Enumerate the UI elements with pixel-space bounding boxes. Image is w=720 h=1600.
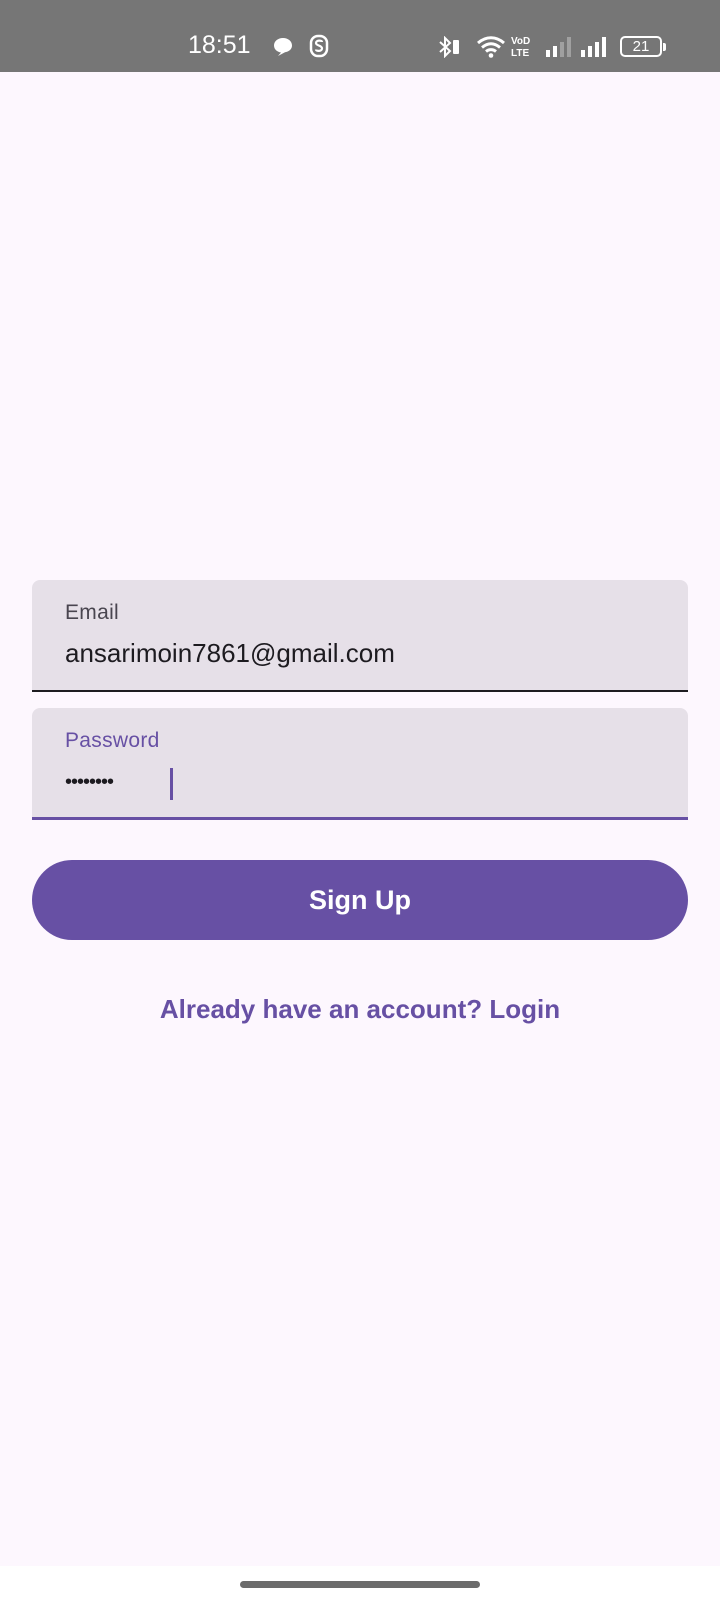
signal-icon [581,37,606,57]
sign-up-button[interactable]: Sign Up [32,860,688,940]
svg-text:LTE: LTE [511,48,529,59]
status-bar: 18:51 VoD LTE 21 [0,0,720,72]
home-gesture-handle[interactable] [240,1581,480,1588]
status-time: 18:51 [188,31,251,59]
signup-screen: 18:51 VoD LTE 21 Email ansarimoin7861@gm… [0,0,720,1600]
email-value[interactable]: ansarimoin7861@gmail.com [65,637,395,669]
email-label: Email [65,601,120,624]
svg-text:VoD: VoD [511,36,530,47]
wifi-icon [477,36,505,58]
login-link[interactable]: Already have an account? Login [0,993,720,1025]
message-bubble-icon [274,38,292,56]
password-value[interactable]: •••••••• [65,768,114,796]
battery-level: 21 [632,38,650,55]
password-field[interactable]: Password •••••••• [32,708,688,820]
signal-icon [546,37,571,57]
volte-icon: VoD LTE [511,36,530,59]
text-cursor [170,768,173,800]
s-app-icon [309,34,329,58]
password-label: Password [65,729,160,752]
battery-icon: 21 [620,36,666,57]
email-field[interactable]: Email ansarimoin7861@gmail.com [32,580,688,692]
bluetooth-icon [439,36,459,58]
